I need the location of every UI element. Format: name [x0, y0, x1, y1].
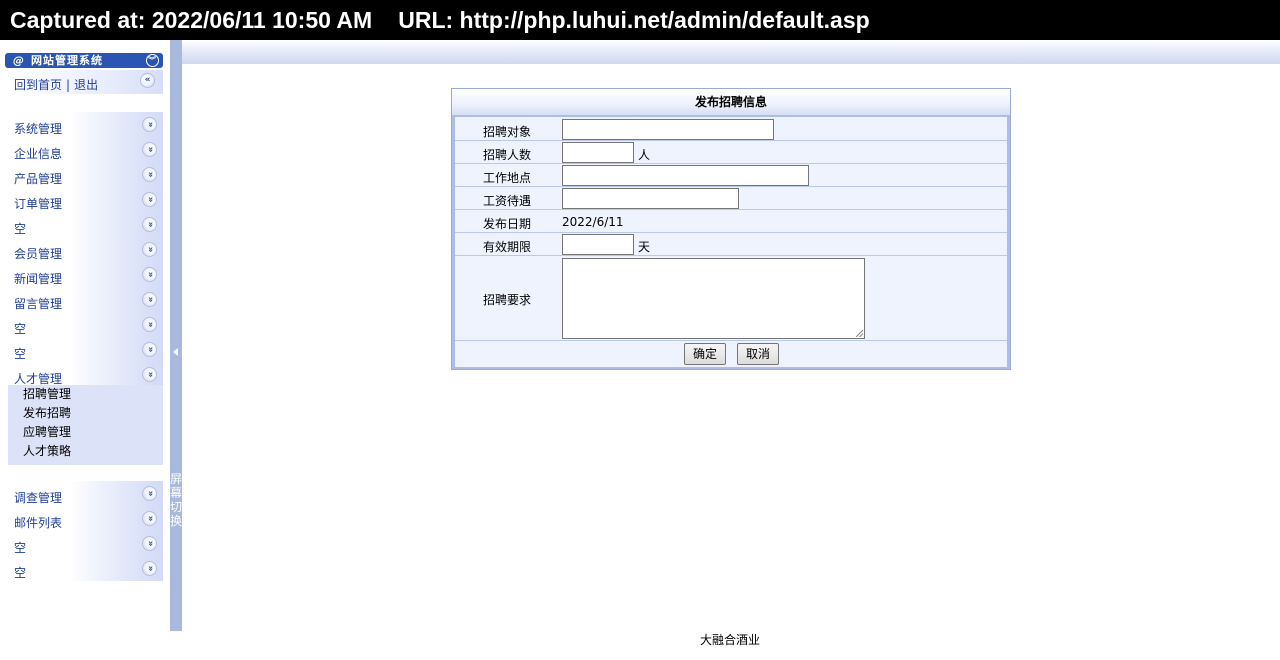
sidebar-title: @ 网站管理系统 ︾: [5, 53, 163, 68]
sidebar: @ 网站管理系统 ︾ 回到首页 | 退出 « 系统管理 » 企业信息 » 产品管理 » 订单管理 »…: [0, 40, 170, 660]
sidebar-menu-label[interactable]: 新闻管理: [14, 270, 62, 287]
submenu-item[interactable]: 发布招聘: [8, 404, 163, 423]
label-date: 发布日期: [482, 217, 531, 231]
collapse-sidebar-icon[interactable]: «: [140, 73, 155, 88]
sidebar-menu-item[interactable]: 邮件列表 »: [8, 506, 163, 531]
logout-link[interactable]: 退出: [74, 78, 98, 92]
validity-input[interactable]: [562, 234, 634, 255]
home-row: 回到首页 | 退出 «: [8, 70, 163, 94]
confirm-button[interactable]: 确定: [684, 343, 726, 365]
sidebar-menu-label[interactable]: 空: [14, 564, 26, 581]
requirements-textarea[interactable]: [562, 258, 865, 339]
expand-chevron-icon[interactable]: »: [142, 342, 157, 357]
count-unit: 人: [638, 148, 651, 162]
sidebar-menu-item[interactable]: 企业信息 »: [8, 137, 163, 162]
cancel-button[interactable]: 取消: [737, 343, 779, 365]
sidebar-menu-item[interactable]: 系统管理 »: [8, 112, 163, 137]
sidebar-menu-label[interactable]: 空: [14, 539, 26, 556]
sidebar-menu-item[interactable]: 新闻管理 »: [8, 262, 163, 287]
sidebar-menu-item[interactable]: 产品管理 »: [8, 162, 163, 187]
submenu-item[interactable]: 人才策略: [8, 442, 163, 461]
row-location: 工作地点: [455, 164, 1007, 187]
sidebar-menu-item[interactable]: 会员管理 »: [8, 237, 163, 262]
submenu-item[interactable]: 应聘管理: [8, 423, 163, 442]
sidebar-menu-item[interactable]: 空»: [8, 531, 163, 556]
expand-chevron-icon[interactable]: »: [142, 561, 157, 576]
row-buttons: 确定 取消: [455, 341, 1007, 367]
home-link[interactable]: 回到首页 | 退出: [14, 76, 98, 93]
resize-grip-icon[interactable]: [856, 330, 863, 337]
expand-chevron-icon[interactable]: »: [142, 242, 157, 257]
row-requirements: 招聘要求: [455, 256, 1007, 341]
sidebar-menu-item[interactable]: 空»: [8, 212, 163, 237]
expand-chevron-icon[interactable]: »: [142, 367, 157, 382]
expand-chevron-icon[interactable]: »: [142, 217, 157, 232]
sidebar-menu-item[interactable]: 空»: [8, 556, 163, 581]
sidebar-menu-label[interactable]: 产品管理: [14, 170, 62, 187]
sidebar-menu-label[interactable]: 空: [14, 220, 26, 237]
row-target: 招聘对象: [455, 117, 1007, 141]
expand-chevron-icon[interactable]: »: [142, 486, 157, 501]
link-separator: |: [66, 78, 71, 92]
main-top-band: [182, 40, 1280, 64]
capture-banner: Captured at: 2022/06/11 10:50 AM URL: htt…: [0, 0, 1280, 40]
toggle-arrow-icon[interactable]: [173, 348, 178, 356]
expand-chevron-icon[interactable]: »: [142, 292, 157, 307]
sidebar-menu-label[interactable]: 留言管理: [14, 295, 62, 312]
sidebar-menu-item[interactable]: 订单管理 »: [8, 187, 163, 212]
expand-chevron-icon[interactable]: »: [142, 317, 157, 332]
expand-chevron-icon[interactable]: »: [142, 142, 157, 157]
sidebar-menu-label[interactable]: 邮件列表: [14, 514, 62, 531]
expand-chevron-icon[interactable]: »: [142, 511, 157, 526]
submenu-item[interactable]: 招聘管理: [8, 385, 163, 404]
screen-toggle-bar[interactable]: 屏幕切换: [170, 40, 182, 631]
label-location: 工作地点: [482, 171, 531, 185]
target-input[interactable]: [562, 119, 774, 140]
recruit-form: 发布招聘信息 招聘对象 招聘人数 人 工作地点 工资待遇 发布日期 2022/6…: [451, 88, 1011, 370]
validity-unit: 天: [638, 240, 651, 254]
row-salary: 工资待遇: [455, 187, 1007, 210]
label-requirements: 招聘要求: [482, 293, 531, 307]
sidebar-menu-label[interactable]: 空: [14, 320, 26, 337]
screen-toggle-label: 屏幕切换: [170, 472, 183, 528]
footer-company: 大融合酒业: [700, 633, 761, 647]
publish-date-value: 2022/6/11: [562, 215, 624, 229]
sidebar-menu-item[interactable]: 留言管理 »: [8, 287, 163, 312]
row-date: 发布日期 2022/6/11: [455, 210, 1007, 233]
sidebar-menu-label[interactable]: 会员管理: [14, 245, 62, 262]
sidebar-menu-item[interactable]: 人才管理»: [8, 362, 163, 387]
expand-chevron-icon[interactable]: »: [142, 192, 157, 207]
label-validity: 有效期限: [482, 240, 531, 254]
sidebar-menu-item[interactable]: 空»: [8, 337, 163, 362]
label-count: 招聘人数: [482, 148, 531, 162]
form-title: 发布招聘信息: [452, 89, 1010, 115]
sidebar-menu-label[interactable]: 调查管理: [14, 489, 62, 506]
menu-group-bottom: 调查管理» 邮件列表» 空» 空»: [8, 481, 163, 581]
location-input[interactable]: [562, 165, 809, 186]
expand-chevron-icon[interactable]: »: [142, 167, 157, 182]
sidebar-menu-item[interactable]: 空»: [8, 312, 163, 337]
menu-group-top: 系统管理» 企业信息» 产品管理» 订单管理» 空» 会员管理» 新闻管理» 留言管理» 空» 空…: [8, 112, 163, 387]
at-logo-icon: @: [13, 54, 25, 67]
salary-input[interactable]: [562, 188, 739, 209]
row-validity: 有效期限 天: [455, 233, 1007, 256]
expand-chevron-icon[interactable]: »: [142, 536, 157, 551]
sidebar-menu-label[interactable]: 企业信息: [14, 145, 62, 162]
expand-chevron-icon[interactable]: »: [142, 117, 157, 132]
capture-timestamp: Captured at: 2022/06/11 10:50 AM: [10, 7, 373, 33]
capture-url: URL: http://php.luhui.net/admin/default.…: [398, 7, 870, 33]
row-count: 招聘人数 人: [455, 141, 1007, 164]
talent-submenu: 招聘管理 发布招聘 应聘管理 人才策略: [8, 385, 163, 465]
sidebar-menu-item[interactable]: 调查管理 »: [8, 481, 163, 506]
label-target: 招聘对象: [482, 125, 531, 139]
count-input[interactable]: [562, 142, 634, 163]
collapse-all-icon[interactable]: ︾: [146, 54, 159, 67]
sidebar-title-text: 网站管理系统: [31, 54, 103, 67]
sidebar-menu-label[interactable]: 订单管理: [14, 195, 62, 212]
sidebar-menu-label[interactable]: 空: [14, 345, 26, 362]
form-body: 招聘对象 招聘人数 人 工作地点 工资待遇 发布日期 2022/6/11 有效期…: [455, 117, 1007, 367]
label-salary: 工资待遇: [482, 194, 531, 208]
sidebar-menu-label[interactable]: 系统管理: [14, 120, 62, 137]
expand-chevron-icon[interactable]: »: [142, 267, 157, 282]
